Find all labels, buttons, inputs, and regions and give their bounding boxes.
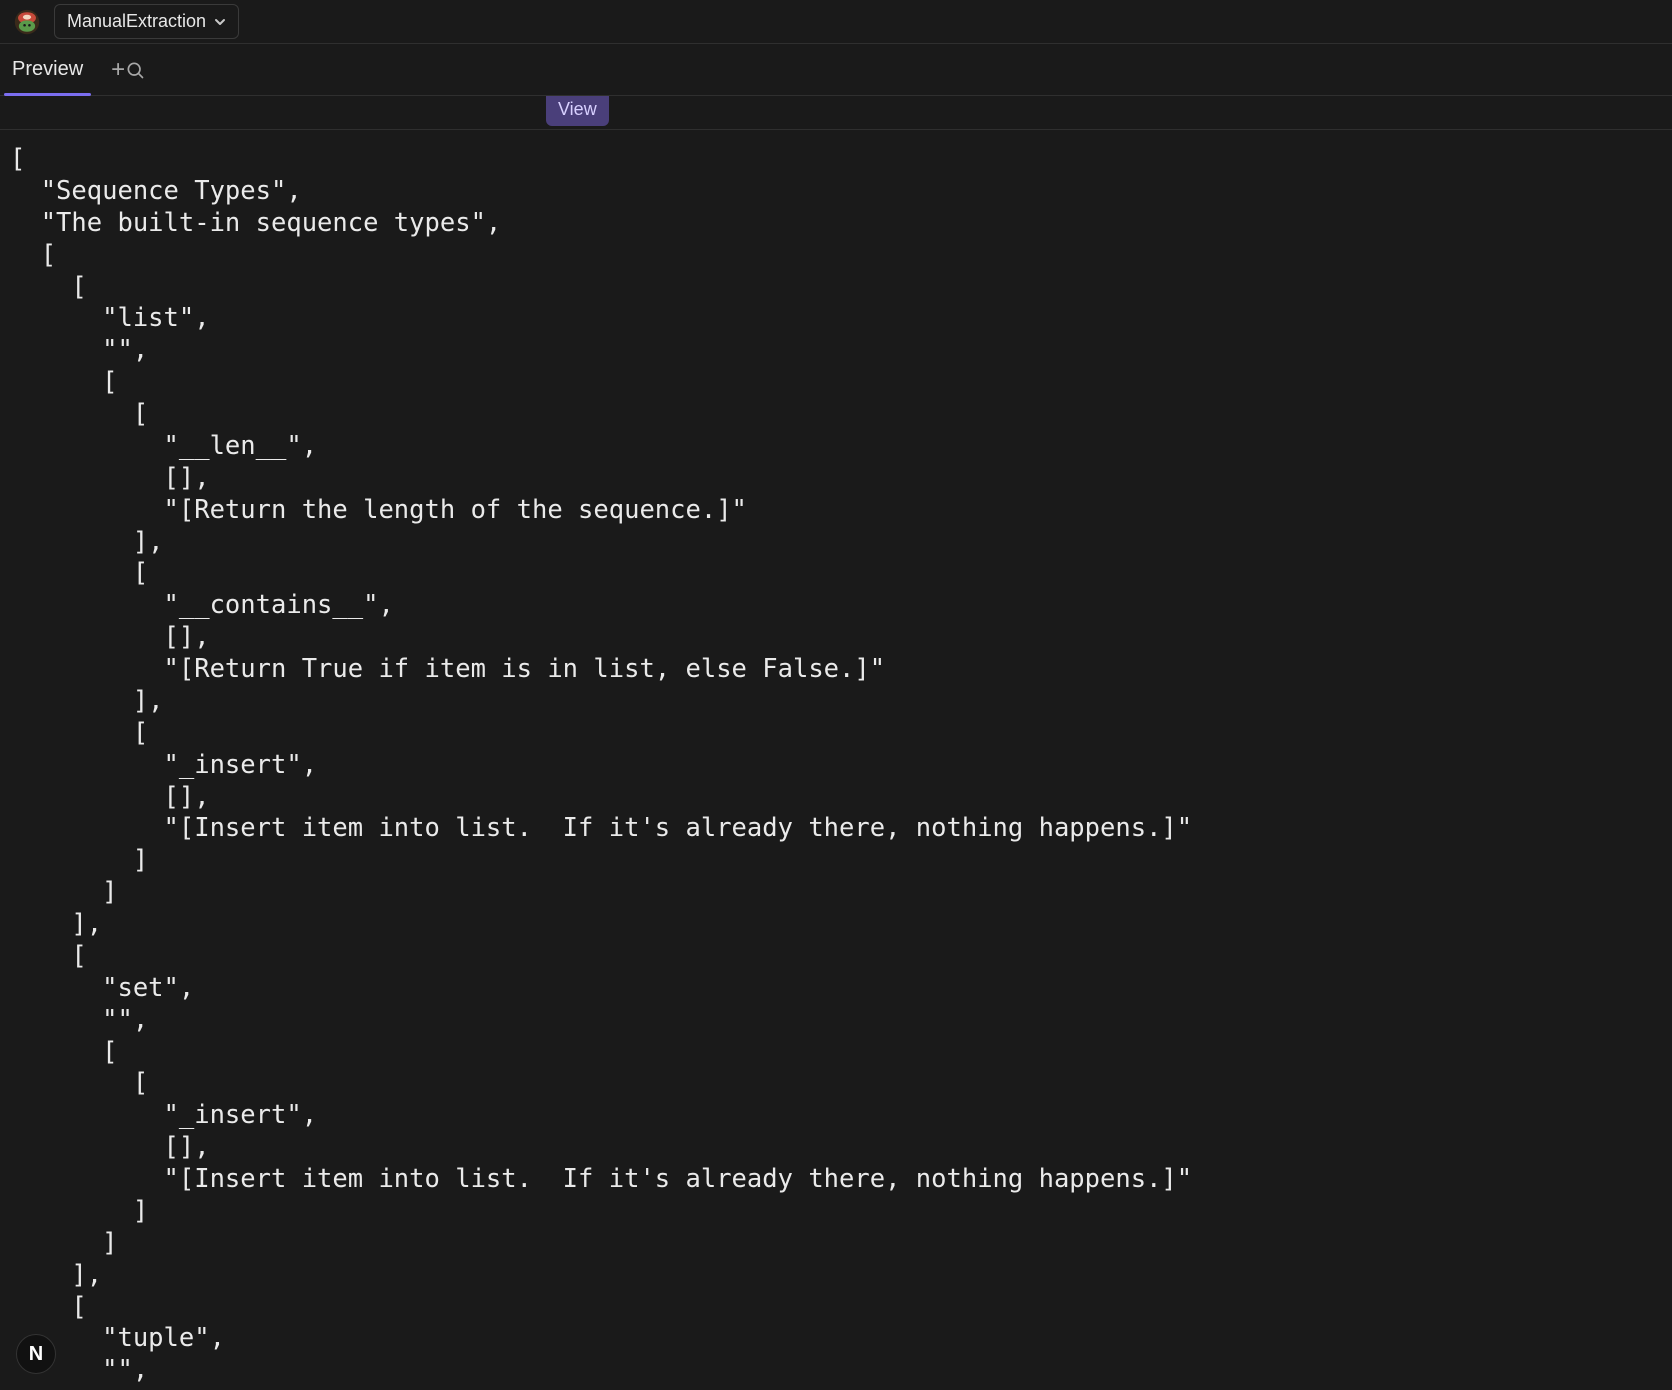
tab-add[interactable]: + [111,58,145,82]
app-logo-icon[interactable] [14,9,40,35]
code-preview: [ "Sequence Types", "The built-in sequen… [0,130,1672,1390]
code-block[interactable]: [ "Sequence Types", "The built-in sequen… [10,144,1662,1387]
tab-preview[interactable]: Preview [10,44,85,95]
chevron-down-icon [214,16,226,28]
float-action-label: N [29,1343,43,1366]
view-badge-label: View [558,99,597,119]
badge-row: View [0,96,1672,130]
project-dropdown-label: ManualExtraction [67,11,206,32]
plus-icon: + [111,58,125,82]
tab-bar: Preview + [0,44,1672,96]
project-dropdown[interactable]: ManualExtraction [54,4,239,39]
float-action-button[interactable]: N [16,1334,56,1374]
search-icon [125,60,145,80]
toolbar: ManualExtraction [0,0,1672,44]
view-badge[interactable]: View [546,96,609,126]
tab-preview-label: Preview [12,58,83,81]
